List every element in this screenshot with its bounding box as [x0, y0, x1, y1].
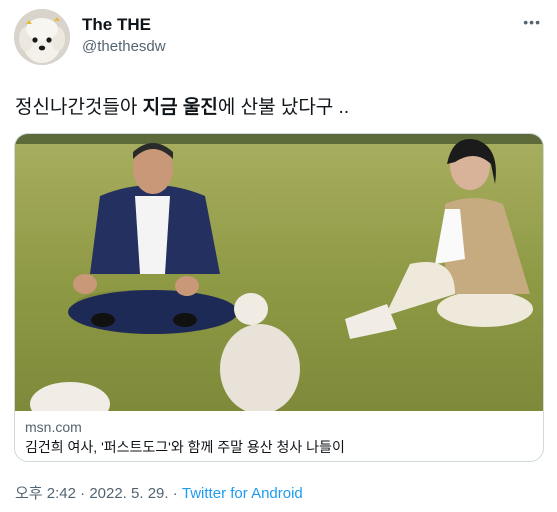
card-title: 김건희 여사, '퍼스트도그'와 함께 주말 용산 청사 나들이: [25, 439, 345, 455]
dog-avatar-icon: [14, 9, 70, 65]
tweet-time[interactable]: 오후 2:42: [15, 485, 76, 502]
avatar[interactable]: [14, 9, 70, 65]
tweet-text-bold: 지금 울진: [142, 97, 218, 118]
tweet-meta: 오후 2:42 · 2022. 5. 29. · Twitter for And…: [15, 482, 303, 503]
link-card[interactable]: msn.com 김건희 여사, '퍼스트도그'와 함께 주말 용산 청사 나들이: [14, 133, 544, 462]
more-options-icon[interactable]: •••: [523, 14, 541, 30]
tweet-text: 정신나간것들아 지금 울진에 산불 났다구 ..: [15, 92, 349, 119]
user-handle[interactable]: @thethesdw: [82, 38, 166, 55]
card-domain: msn.com: [25, 419, 82, 435]
tweet-text-part2: 에 산불 났다구 ..: [217, 97, 350, 118]
display-name[interactable]: The THE: [82, 15, 151, 35]
tweet-date[interactable]: 2022. 5. 29.: [89, 485, 168, 502]
meta-separator: ·: [75, 485, 90, 502]
card-photo: [15, 134, 543, 411]
tweet-source-link[interactable]: Twitter for Android: [182, 485, 303, 502]
tweet-text-part1: 정신나간것들아: [15, 97, 143, 118]
meta-separator: ·: [168, 485, 182, 502]
